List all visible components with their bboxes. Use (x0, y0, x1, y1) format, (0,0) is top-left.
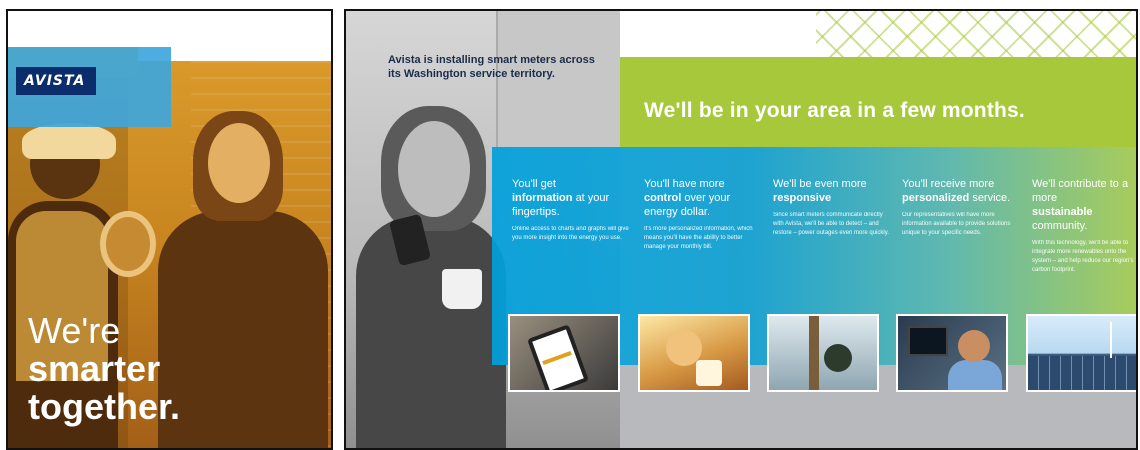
cover-headline-line3: together. (28, 386, 181, 427)
benefit-heading-pre: We'll be even more (773, 178, 867, 190)
benefit-heading-post: community. (1032, 220, 1088, 232)
meter-illustration (100, 211, 156, 277)
benefit-body: With this technology, we'll be able to i… (1032, 240, 1134, 273)
benefit-heading-pre: You'll get (512, 178, 556, 190)
wind-turbine-icon (1110, 322, 1112, 358)
benefit-heading-bold: personalized (902, 192, 970, 204)
woman-figure (158, 211, 328, 448)
benefit-column: You'll receive more personalized service.… (902, 177, 1020, 238)
hard-hat (22, 123, 116, 159)
lineworker-figure (824, 344, 852, 372)
cover-headline: We're smarter together. (28, 313, 180, 425)
benefit-column: We'll contribute to a more sustainable co… (1032, 177, 1136, 275)
benefit-body: It's more personalized information, whic… (644, 226, 753, 250)
benefit-heading-post: service. (972, 192, 1011, 204)
lamp-icon (696, 360, 722, 386)
cover-headline-line2: smarter (28, 348, 161, 389)
brochure-cover: AVISTA We're smarter together. (6, 9, 333, 450)
woman-with-phone-figure (356, 216, 506, 448)
woman-face (398, 121, 470, 217)
benefit-heading-pre: You'll receive more (902, 178, 995, 190)
benefit-heading-bold: control (644, 192, 682, 204)
brochure-spread: Avista is installing smart meters across… (344, 9, 1138, 450)
benefit-body: Our representatives will have more infor… (902, 212, 1011, 236)
thumbnail-lineworker (767, 314, 879, 392)
thumbnail-child-lamp (638, 314, 750, 392)
decorative-lines (816, 11, 1136, 57)
representative-shirt (948, 360, 1002, 390)
avista-logo: AVISTA (16, 67, 96, 95)
benefit-column: We'll be even more responsive Since smart… (773, 177, 891, 238)
benefit-heading: You'll have more control over your energy… (644, 177, 762, 219)
benefit-heading: You'll get information at your fingertips… (512, 177, 630, 219)
benefit-column: You'll have more control over your energy… (644, 177, 762, 252)
benefit-body: Online access to charts and graphs will … (512, 226, 629, 241)
cover-headline-line1: We're (28, 310, 121, 351)
monitor-icon (908, 326, 948, 356)
benefit-heading-bold: information (512, 192, 573, 204)
benefit-column: You'll get information at your fingertips… (512, 177, 630, 243)
utility-pole (809, 316, 819, 390)
benefit-heading-bold: responsive (773, 192, 832, 204)
spread-headline: We'll be in your area in a few months. (644, 99, 1025, 122)
benefit-heading: We'll contribute to a more sustainable co… (1032, 177, 1136, 233)
benefit-heading: We'll be even more responsive (773, 177, 891, 205)
thumbnail-representative (896, 314, 1008, 392)
thumbnail-solar-wind (1026, 314, 1136, 392)
benefit-heading-pre: You'll have more (644, 178, 725, 190)
benefit-heading-bold: sustainable (1032, 206, 1093, 218)
thumbnail-phone-usage (508, 314, 620, 392)
solar-panels (1028, 356, 1136, 390)
mug-icon (442, 269, 482, 309)
benefit-heading-pre: We'll contribute to a more (1032, 178, 1129, 204)
benefit-body: Since smart meters communicate directly … (773, 212, 889, 236)
kitchen-cabinet (496, 11, 620, 151)
benefit-heading: You'll receive more personalized service. (902, 177, 1020, 205)
intro-text: Avista is installing smart meters across… (388, 54, 595, 80)
representative-head (958, 330, 990, 362)
woman-face (208, 123, 270, 203)
